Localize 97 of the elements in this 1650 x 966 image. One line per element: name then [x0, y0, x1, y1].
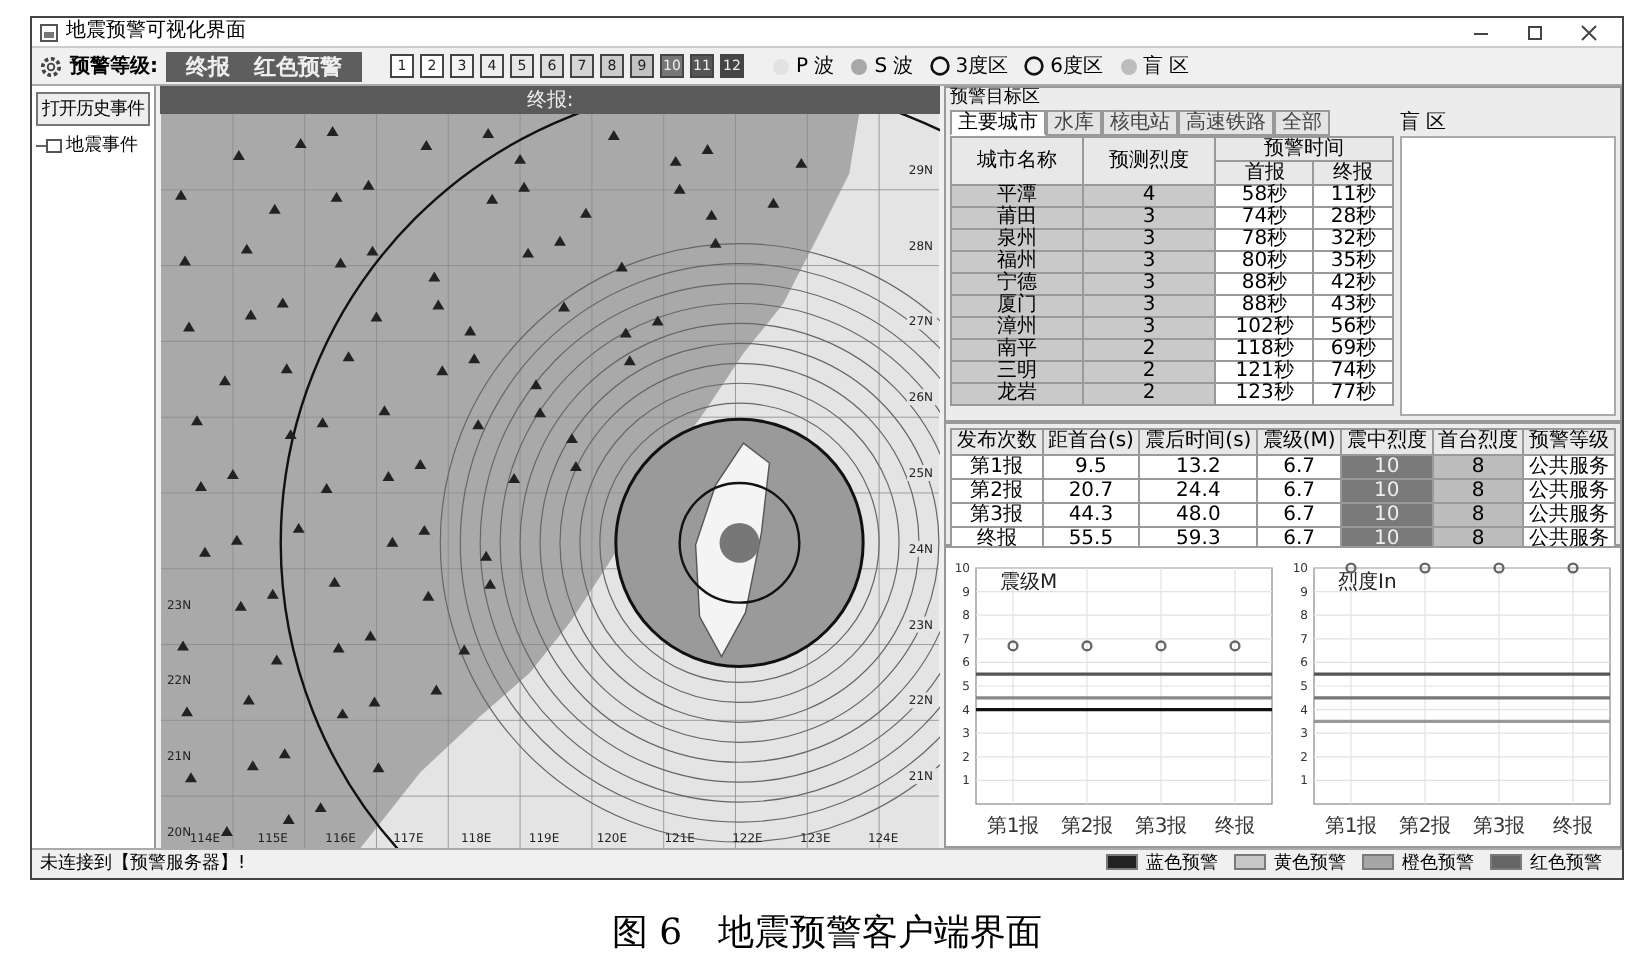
table-cell: 58秒 [1215, 185, 1314, 207]
axis-category-label: 第2报 [1061, 815, 1114, 837]
blind-zone-title: 盲 区 [1400, 110, 1449, 136]
table-cell: 三明 [951, 361, 1084, 383]
axis-category-label: 第1报 [1324, 815, 1377, 837]
table-cell: 3 [1083, 229, 1216, 251]
table-cell: 48.0 [1139, 503, 1258, 527]
table-cell: 公共服务 [1523, 503, 1615, 527]
table-cell: 56秒 [1313, 317, 1393, 339]
table-cell: 2 [1083, 339, 1216, 361]
table-cell: 宁德 [951, 273, 1084, 295]
table-cell: 24.4 [1139, 479, 1258, 503]
table-cell: 3 [1083, 317, 1216, 339]
table-cell: 3 [1083, 251, 1216, 273]
axis-category-label: 终报 [1552, 815, 1593, 837]
table-cell: 3 [1083, 273, 1216, 295]
map-title: 终报: [526, 87, 574, 114]
table-cell: 公共服务 [1523, 479, 1615, 503]
figure-caption: 图 6 地震预警客户端界面 [609, 910, 1045, 956]
table-cell: 平潭 [951, 185, 1084, 207]
column-header: 震后时间(s) [1139, 429, 1258, 455]
panel-title: 预警目标区 [948, 88, 1042, 110]
legend-label: S 波 [874, 53, 914, 80]
table-cell: 11秒 [1313, 185, 1393, 207]
window-title: 地震预警可视化界面 [66, 20, 246, 44]
table-cell: 泉州 [951, 229, 1084, 251]
table-cell: 88秒 [1215, 295, 1314, 317]
legend-label: P 波 [796, 53, 835, 80]
table-cell: 42秒 [1313, 273, 1393, 295]
report-stage-text: 终报 [186, 51, 230, 81]
table-cell: 69秒 [1313, 339, 1393, 361]
axis-category-label: 第3报 [1135, 815, 1188, 837]
table-cell: 74秒 [1215, 207, 1314, 229]
table-cell: 4 [1083, 185, 1216, 207]
table-cell: 莆田 [951, 207, 1084, 229]
column-header: 城市名称 [951, 137, 1084, 185]
column-header: 预警等级 [1523, 429, 1615, 455]
table-cell: 2 [1083, 383, 1216, 405]
status-message: 未连接到【预警服务器】! [40, 851, 246, 875]
column-header: 首报 [1215, 161, 1314, 185]
table-cell: 10 [1341, 503, 1433, 527]
legend-label: 3度区 [955, 53, 1009, 80]
warning-level-label: 预警等级: [70, 53, 158, 80]
chart-title: 震级M [1000, 571, 1058, 593]
legend-label: 盲 区 [1143, 53, 1190, 80]
table-cell: 第1报 [951, 455, 1043, 479]
axis-category-label: 第3报 [1472, 815, 1525, 837]
legend-label: 蓝色预警 [1146, 851, 1218, 875]
table-cell: 2 [1083, 361, 1216, 383]
table-cell: 78秒 [1215, 229, 1314, 251]
table-cell: 102秒 [1215, 317, 1314, 339]
legend-label: 橙色预警 [1402, 851, 1474, 875]
table-cell: 3 [1083, 207, 1216, 229]
table-cell: 厦门 [951, 295, 1084, 317]
table-cell: 80秒 [1215, 251, 1314, 273]
table-cell: 88秒 [1215, 273, 1314, 295]
column-header: 震级(M) [1257, 429, 1342, 455]
table-cell: 福州 [951, 251, 1084, 273]
table-cell: 8 [1432, 455, 1524, 479]
axis-category-label: 第2报 [1398, 815, 1451, 837]
table-cell: 118秒 [1215, 339, 1314, 361]
table-cell: 8 [1432, 503, 1524, 527]
table-cell: 13.2 [1139, 455, 1258, 479]
table-cell: 121秒 [1215, 361, 1314, 383]
table-cell: 3 [1083, 295, 1216, 317]
table-cell: 10 [1341, 455, 1433, 479]
table-cell: 20.7 [1042, 479, 1140, 503]
table-cell: 77秒 [1313, 383, 1393, 405]
legend-label: 6度区 [1050, 53, 1103, 80]
column-header: 预测烈度 [1083, 137, 1216, 185]
column-header: 震中烈度 [1341, 429, 1433, 455]
warning-level-text: 红色预警 [254, 51, 342, 81]
axis-category-label: 第1报 [987, 815, 1040, 837]
table-cell: 44.3 [1042, 503, 1140, 527]
table-cell: 南平 [951, 339, 1084, 361]
table-cell: 9.5 [1042, 455, 1140, 479]
table-cell: 32秒 [1313, 229, 1393, 251]
column-header: 首台烈度 [1432, 429, 1524, 455]
chart-title: 烈度In [1337, 571, 1397, 593]
table-cell: 龙岩 [951, 383, 1084, 405]
table-cell: 10 [1341, 479, 1433, 503]
table-cell: 公共服务 [1523, 455, 1615, 479]
table-cell: 43秒 [1313, 295, 1393, 317]
table-cell: 28秒 [1313, 207, 1393, 229]
column-header: 预警时间 [1215, 137, 1393, 161]
table-cell: 123秒 [1215, 383, 1314, 405]
table-cell: 74秒 [1313, 361, 1393, 383]
table-cell: 第3报 [951, 503, 1043, 527]
legend-label: 黄色预警 [1274, 851, 1346, 875]
column-header: 距首台(s) [1042, 429, 1140, 455]
table-cell: 35秒 [1313, 251, 1393, 273]
legend-label: 红色预警 [1530, 851, 1602, 875]
column-header: 发布次数 [951, 429, 1043, 455]
table-cell: 第2报 [951, 479, 1043, 503]
table-cell: 8 [1432, 479, 1524, 503]
table-cell: 漳州 [951, 317, 1084, 339]
axis-category-label: 终报 [1215, 815, 1256, 837]
